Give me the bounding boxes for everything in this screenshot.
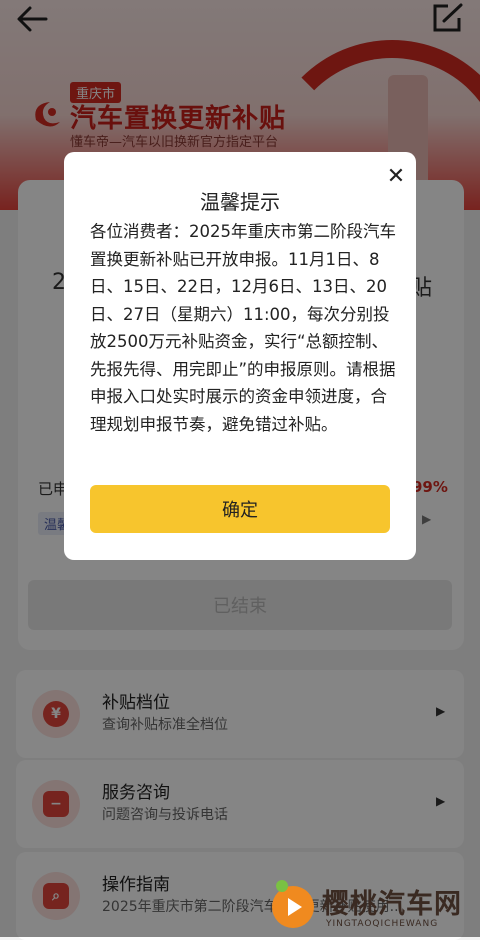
confirm-button[interactable]: 确定 <box>90 485 390 533</box>
notice-dialog: ✕ 温馨提示 各位消费者：2025年重庆市第二阶段汽车置换更新补贴已开放申报。1… <box>64 152 416 560</box>
watermark-subtext: YINGTAOQICHEWANG <box>326 919 439 929</box>
play-logo-icon <box>272 886 314 928</box>
leaf-icon <box>276 880 288 892</box>
watermark-text: 樱桃汽车网 <box>322 889 462 920</box>
dialog-body: 各位消费者：2025年重庆市第二阶段汽车置换更新补贴已开放申报。11月1日、8日… <box>90 222 396 434</box>
site-watermark: 樱桃汽车网 YINGTAOQICHEWANG <box>272 880 480 937</box>
dialog-title: 温馨提示 <box>200 190 280 214</box>
